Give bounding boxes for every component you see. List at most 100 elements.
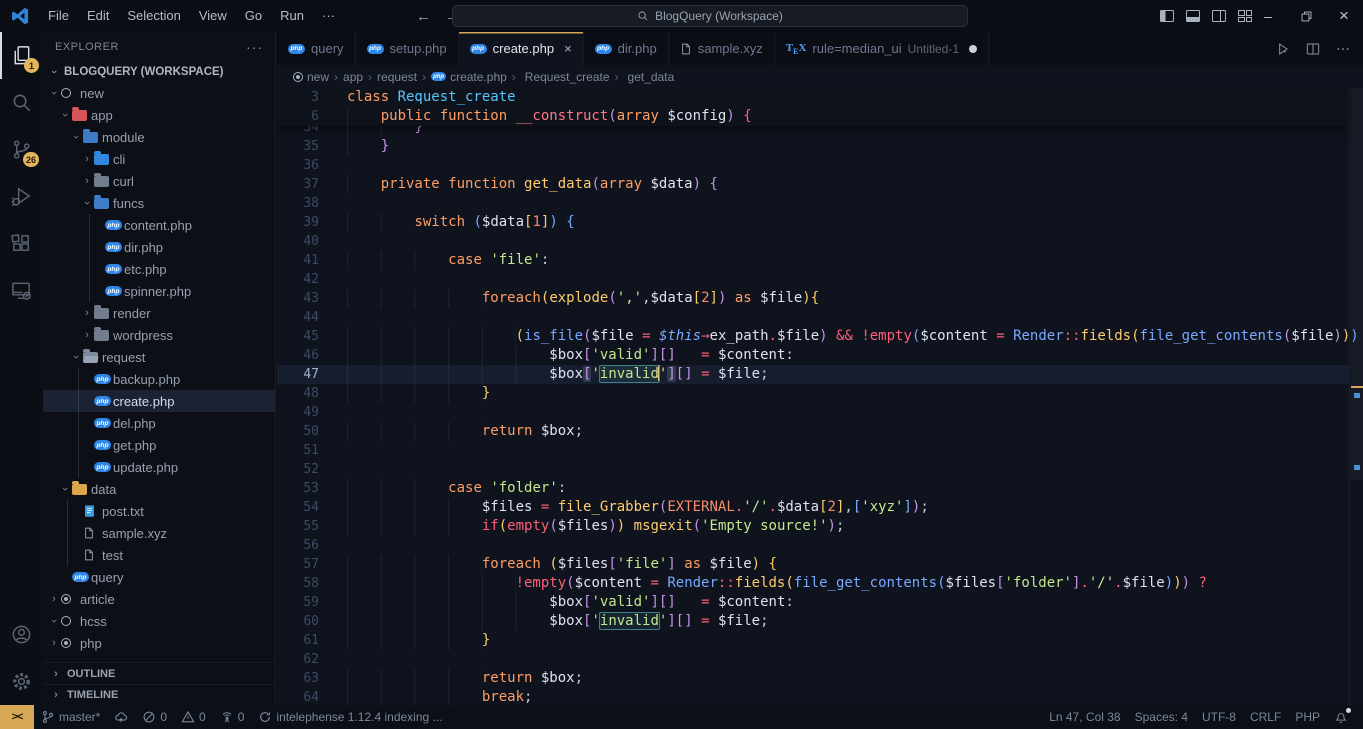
tree-item-curl[interactable]: ›curl (43, 170, 275, 192)
menu-[interactable]: ··· (313, 0, 344, 32)
status-errors[interactable]: 0 (135, 705, 174, 729)
line-number[interactable]: 37 (277, 175, 319, 194)
code-line-37[interactable]: 37 private function get_data(array $data… (277, 175, 1349, 194)
status-language-mode[interactable]: PHP (1288, 705, 1327, 729)
line-number[interactable]: 42 (277, 270, 319, 289)
line-number[interactable]: 64 (277, 688, 319, 705)
code-line-42[interactable]: 42 (277, 270, 1349, 289)
activity-explorer[interactable]: 1 (0, 32, 43, 79)
more-actions-icon[interactable] (1335, 41, 1351, 57)
code-line-35[interactable]: 35 } (277, 137, 1349, 156)
tab-rule-median_ui[interactable]: TEXrule=median_uiUntitled-1 (775, 32, 989, 65)
tree-item-post-txt[interactable]: post.txt (43, 500, 275, 522)
line-number[interactable]: 57 (277, 555, 319, 574)
code-line-6[interactable]: 6 public function __construct(array $con… (277, 107, 1349, 126)
code-line-43[interactable]: 43 foreach(explode(',',$data[2]) as $fil… (277, 289, 1349, 308)
line-number[interactable]: 35 (277, 137, 319, 156)
code-editor[interactable]: 34 }35 }3637 private function get_data(a… (277, 88, 1363, 705)
code-line-62[interactable]: 62 (277, 650, 1349, 669)
line-number[interactable]: 49 (277, 403, 319, 422)
line-number[interactable]: 61 (277, 631, 319, 650)
close-button[interactable]: × (1325, 0, 1363, 32)
line-number[interactable]: 60 (277, 612, 319, 631)
tab-create-php[interactable]: phpcreate.php× (459, 32, 584, 65)
section-timeline[interactable]: ›TIMELINE (43, 684, 275, 705)
activity-accounts[interactable] (0, 611, 43, 658)
status-encoding[interactable]: UTF-8 (1195, 705, 1243, 729)
restore-button[interactable] (1287, 0, 1325, 32)
line-number[interactable]: 53 (277, 479, 319, 498)
code-line-45[interactable]: 45 (is_file($file = $this→ex_path.$file)… (277, 327, 1349, 346)
tree-item-funcs[interactable]: ›funcs (43, 192, 275, 214)
breadcrumb-new[interactable]: new (293, 70, 329, 84)
menu-edit[interactable]: Edit (78, 0, 118, 32)
activity-settings[interactable] (0, 658, 43, 705)
line-number[interactable]: 51 (277, 441, 319, 460)
breadcrumb-Request_create[interactable]: Request_create (521, 70, 610, 84)
line-number[interactable]: 46 (277, 346, 319, 365)
line-number[interactable]: 58 (277, 574, 319, 593)
tree-item-dir-php[interactable]: phpdir.php (43, 236, 275, 258)
line-number[interactable]: 41 (277, 251, 319, 270)
line-number[interactable]: 56 (277, 536, 319, 555)
line-number[interactable]: 3 (277, 88, 319, 107)
toggle-panel-icon[interactable] (1185, 8, 1201, 24)
tree-item-data[interactable]: ›data (43, 478, 275, 500)
nav-back-button[interactable]: ← (416, 8, 431, 25)
activity-source-control[interactable]: 26 (0, 126, 43, 173)
code-line-38[interactable]: 38 (277, 194, 1349, 213)
code-line-51[interactable]: 51 (277, 441, 1349, 460)
tree-item-etc-php[interactable]: phpetc.php (43, 258, 275, 280)
activity-remote-explorer[interactable] (0, 267, 43, 314)
status-warnings[interactable]: 0 (174, 705, 213, 729)
code-line-59[interactable]: 59 $box['valid'][] = $content: (277, 593, 1349, 612)
line-number[interactable]: 36 (277, 156, 319, 175)
tab-query[interactable]: phpquery (277, 32, 356, 65)
tree-item-content-php[interactable]: phpcontent.php (43, 214, 275, 236)
code-line-60[interactable]: 60 $box['invalid'][] = $file; (277, 612, 1349, 631)
tree-item-del-php[interactable]: phpdel.php (43, 412, 275, 434)
tree-item-request[interactable]: ›request (43, 346, 275, 368)
code-line-58[interactable]: 58 !empty($content = Render::fields(file… (277, 574, 1349, 593)
code-line-57[interactable]: 57 foreach ($files['file'] as $file) { (277, 555, 1349, 574)
menu-run[interactable]: Run (271, 0, 313, 32)
toggle-secondary-sidebar-icon[interactable] (1211, 8, 1227, 24)
breadcrumb-create-php[interactable]: phpcreate.php (431, 70, 507, 84)
tree-item-new[interactable]: ›new (43, 82, 275, 104)
tab-setup-php[interactable]: phpsetup.php (356, 32, 459, 65)
line-number[interactable]: 48 (277, 384, 319, 403)
line-number[interactable]: 40 (277, 232, 319, 251)
line-number[interactable]: 62 (277, 650, 319, 669)
tab-close-icon[interactable]: × (564, 41, 572, 56)
toggle-sidebar-icon[interactable] (1159, 8, 1175, 24)
line-number[interactable]: 6 (277, 107, 319, 126)
status-indentation[interactable]: Spaces: 4 (1128, 705, 1195, 729)
code-line-41[interactable]: 41 case 'file': (277, 251, 1349, 270)
section-outline[interactable]: ›OUTLINE (43, 663, 275, 684)
breadcrumb-app[interactable]: app (343, 70, 363, 84)
line-number[interactable]: 63 (277, 669, 319, 688)
code-line-64[interactable]: 64 break; (277, 688, 1349, 705)
line-number[interactable]: 54 (277, 498, 319, 517)
line-number[interactable]: 43 (277, 289, 319, 308)
tree-item-php[interactable]: ›php (43, 632, 275, 654)
activity-run-debug[interactable] (0, 173, 43, 220)
code-line-39[interactable]: 39 switch ($data[1]) { (277, 213, 1349, 232)
tree-item-spinner-php[interactable]: phpspinner.php (43, 280, 275, 302)
status-branch[interactable]: master* (34, 705, 107, 729)
status-language-status[interactable]: intelephense 1.12.4 indexing ... (251, 705, 449, 729)
menu-selection[interactable]: Selection (118, 0, 189, 32)
breadcrumb-request[interactable]: request (377, 70, 417, 84)
run-icon[interactable] (1275, 41, 1291, 57)
line-number[interactable]: 52 (277, 460, 319, 479)
code-line-44[interactable]: 44 (277, 308, 1349, 327)
command-center[interactable]: BlogQuery (Workspace) (452, 5, 968, 27)
code-line-61[interactable]: 61 } (277, 631, 1349, 650)
code-line-47[interactable]: 47 $box['invalid'][] = $file; (277, 365, 1349, 384)
code-line-46[interactable]: 46 $box['valid'][] = $content: (277, 346, 1349, 365)
tree-item-article[interactable]: ›article (43, 588, 275, 610)
code-line-56[interactable]: 56 (277, 536, 1349, 555)
status-ports[interactable]: 0 (213, 705, 252, 729)
code-line-52[interactable]: 52 (277, 460, 1349, 479)
status-notifications[interactable] (1327, 705, 1355, 729)
